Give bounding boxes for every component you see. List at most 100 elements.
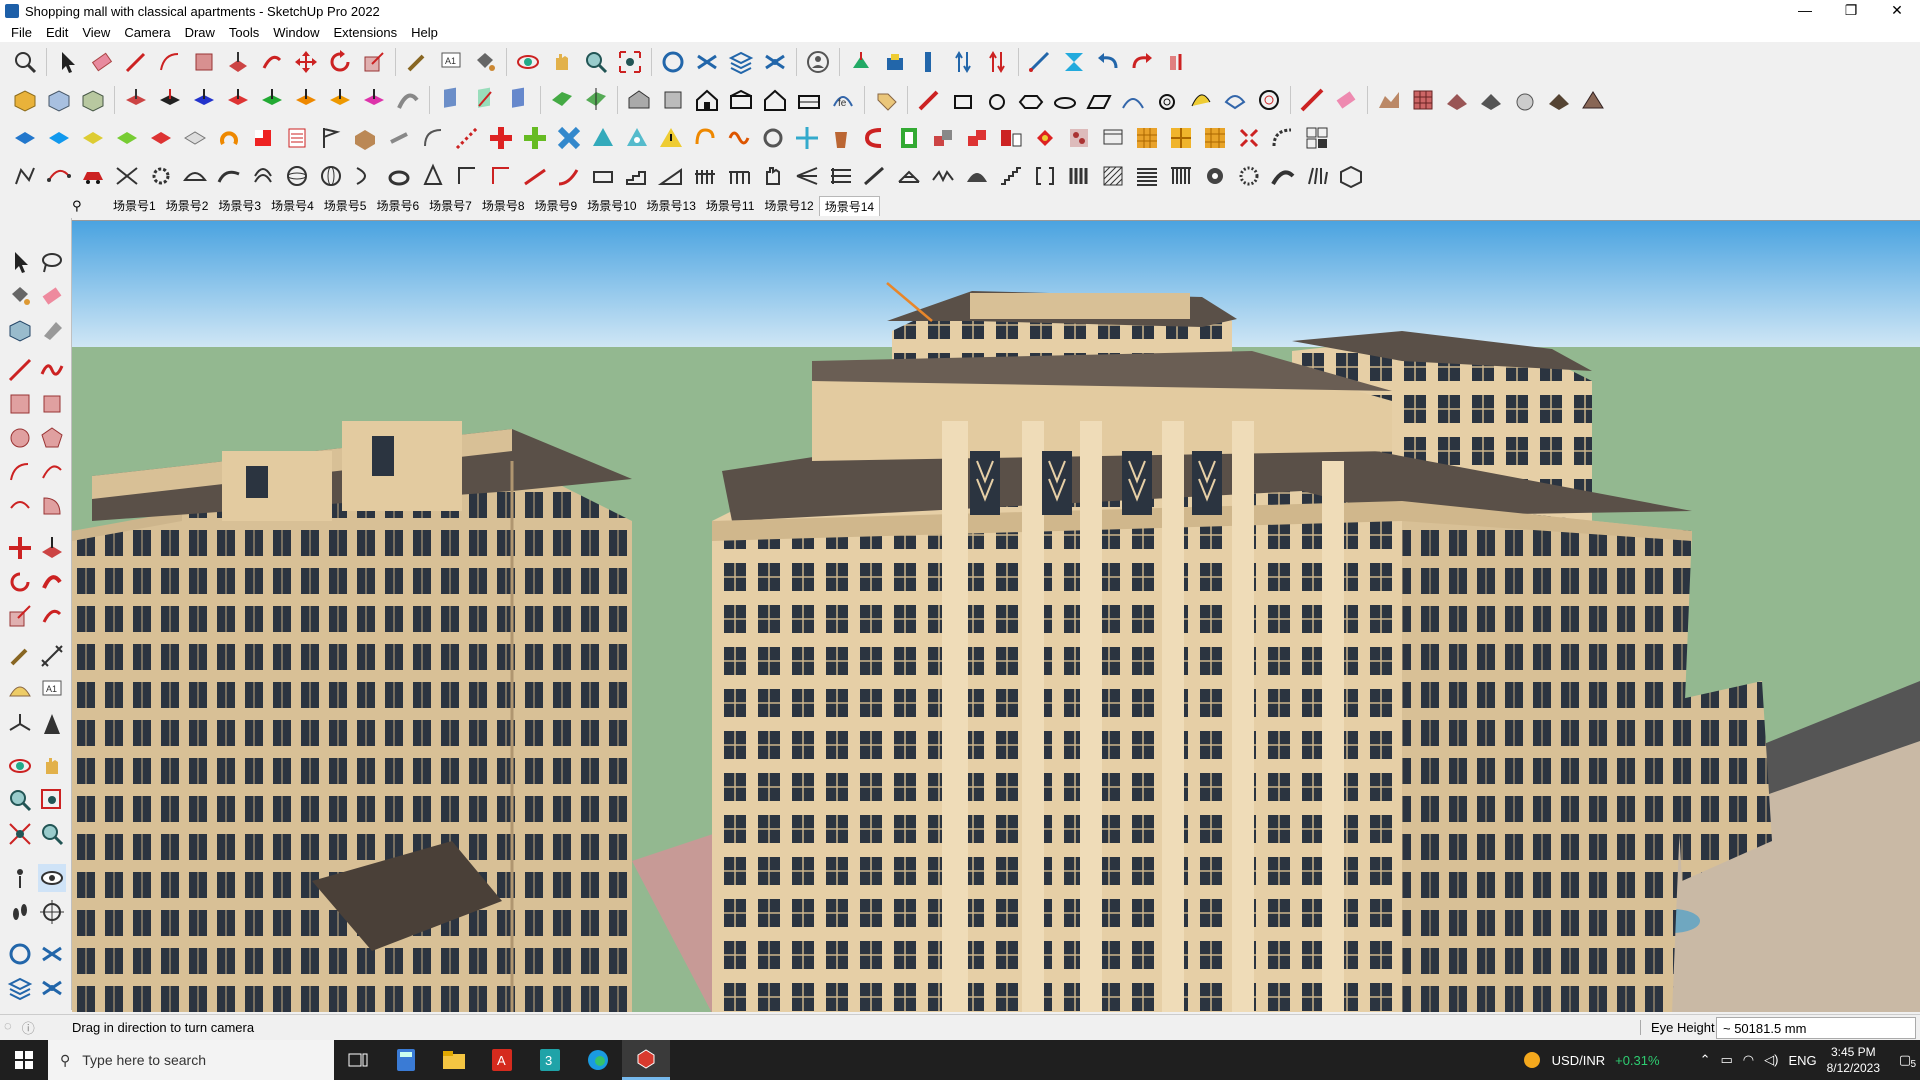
- freehand-icon[interactable]: [38, 356, 66, 384]
- shape-parallelogram-icon[interactable]: [1085, 86, 1113, 114]
- file-explorer-icon[interactable]: [430, 1040, 478, 1080]
- dimension-icon[interactable]: [38, 642, 66, 670]
- scale-icon[interactable]: [360, 48, 388, 76]
- start-button[interactable]: [0, 1040, 48, 1080]
- flip-edge-icon[interactable]: [1060, 48, 1088, 76]
- warehouse-icon[interactable]: [659, 48, 687, 76]
- sphere-icon[interactable]: [283, 162, 311, 190]
- blinds-icon[interactable]: [1133, 162, 1161, 190]
- three-point-arc-icon[interactable]: [6, 492, 34, 520]
- grid-select-icon[interactable]: [1303, 124, 1331, 152]
- shape-rect-icon[interactable]: [949, 86, 977, 114]
- scene-tab-11[interactable]: 场景号11: [701, 196, 759, 216]
- scene-tab-6[interactable]: 场景号6: [371, 196, 424, 216]
- eraser-pink-icon[interactable]: [1332, 86, 1360, 114]
- account-icon[interactable]: [804, 48, 832, 76]
- zoom-magnifier-icon[interactable]: [582, 48, 610, 76]
- walk-footprints-icon[interactable]: [6, 898, 34, 926]
- smoove-icon[interactable]: [915, 48, 943, 76]
- notification-icon[interactable]: ▢ 5: [1890, 1052, 1920, 1070]
- two-point-arc-icon[interactable]: [38, 458, 66, 486]
- clock[interactable]: 3:45 PM 8/12/2023: [1827, 1044, 1880, 1076]
- iso-view-icon[interactable]: [625, 86, 653, 114]
- position-camera-icon[interactable]: [6, 864, 34, 892]
- bezier-icon[interactable]: [45, 162, 73, 190]
- hatch-icon[interactable]: [1099, 162, 1127, 190]
- list-box-icon[interactable]: [283, 124, 311, 152]
- blue-plane-icon[interactable]: [11, 124, 39, 152]
- redo-icon[interactable]: [1128, 48, 1156, 76]
- protractor-icon[interactable]: [6, 676, 34, 704]
- scene-tab-8[interactable]: 场景号8: [477, 196, 530, 216]
- menu-help[interactable]: Help: [404, 25, 445, 40]
- tape-measure-icon[interactable]: [6, 642, 34, 670]
- right-view-icon[interactable]: [727, 86, 755, 114]
- undo-icon[interactable]: [1094, 48, 1122, 76]
- sandbox-scratch-icon[interactable]: [881, 48, 909, 76]
- zoom-icon[interactable]: [6, 786, 34, 814]
- 3d-text-icon[interactable]: [38, 710, 66, 738]
- calculator-icon[interactable]: [382, 1040, 430, 1080]
- push-pull-red-icon[interactable]: [224, 86, 252, 114]
- grid-orange-icon[interactable]: [1133, 124, 1161, 152]
- loft-icon[interactable]: [249, 162, 277, 190]
- gear-icon[interactable]: [147, 162, 175, 190]
- zoom-extents-icon[interactable]: [6, 820, 34, 848]
- wifi-icon[interactable]: ◠: [1743, 1052, 1754, 1068]
- u-arrow-icon[interactable]: [861, 124, 889, 152]
- text-icon[interactable]: A1: [38, 676, 66, 704]
- stair-icon[interactable]: [623, 162, 651, 190]
- edge-browser-icon[interactable]: [574, 1040, 622, 1080]
- top-view-icon[interactable]: [659, 86, 687, 114]
- look-around-eye-icon[interactable]: [38, 864, 66, 892]
- flower-icon[interactable]: [1235, 162, 1263, 190]
- scene-tab-7[interactable]: 场景号7: [424, 196, 477, 216]
- scene-tab-14-active[interactable]: 场景号14: [818, 196, 881, 216]
- spring-icon[interactable]: [691, 124, 719, 152]
- roof-icon[interactable]: [1579, 86, 1607, 114]
- stair-steps-icon[interactable]: [997, 162, 1025, 190]
- white-plane-icon[interactable]: [181, 124, 209, 152]
- green-cross-icon[interactable]: [521, 124, 549, 152]
- scale-icon[interactable]: [6, 602, 34, 630]
- globe-icon[interactable]: [317, 162, 345, 190]
- face-arrows-icon[interactable]: [582, 86, 610, 114]
- face-green-icon[interactable]: [548, 86, 576, 114]
- chain-icon[interactable]: [385, 124, 413, 152]
- front-view-icon[interactable]: [693, 86, 721, 114]
- circle-icon[interactable]: [6, 424, 34, 452]
- blocks-red-icon[interactable]: [963, 124, 991, 152]
- shape-blue-arc-icon[interactable]: [1221, 86, 1249, 114]
- slash-red-icon[interactable]: [521, 162, 549, 190]
- move-icon[interactable]: [292, 48, 320, 76]
- menu-extensions[interactable]: Extensions: [327, 25, 405, 40]
- gear-dark-icon[interactable]: [1201, 162, 1229, 190]
- scene-tab-4[interactable]: 场景号4: [266, 196, 319, 216]
- line-pencil-icon[interactable]: [122, 48, 150, 76]
- red-plane-icon[interactable]: [147, 124, 175, 152]
- measurements-input[interactable]: ~ 50181.5 mm: [1716, 1016, 1916, 1039]
- menu-view[interactable]: View: [75, 25, 117, 40]
- move-cyan-icon[interactable]: [793, 124, 821, 152]
- push-pull-yellow-icon[interactable]: [326, 86, 354, 114]
- acrobat-icon[interactable]: A: [478, 1040, 526, 1080]
- pyramid-icon[interactable]: [589, 124, 617, 152]
- select-arrow-icon[interactable]: [54, 48, 82, 76]
- drape-terrain-icon[interactable]: [1443, 86, 1471, 114]
- brackets-icon[interactable]: [1031, 162, 1059, 190]
- menu-edit[interactable]: Edit: [39, 25, 75, 40]
- minimize-button[interactable]: —: [1782, 0, 1828, 22]
- rotate-icon[interactable]: [326, 48, 354, 76]
- text-icon[interactable]: A1: [437, 48, 465, 76]
- yellow-plane-icon[interactable]: [79, 124, 107, 152]
- shape-ellipse-icon[interactable]: [1051, 86, 1079, 114]
- menu-tools[interactable]: Tools: [222, 25, 266, 40]
- show-hidden-icons-icon[interactable]: ⌃: [1700, 1052, 1711, 1068]
- back-view-icon[interactable]: [761, 86, 789, 114]
- restore-button[interactable]: ❐: [1828, 0, 1874, 22]
- tape-measure-icon[interactable]: [403, 48, 431, 76]
- arc-icon[interactable]: [6, 458, 34, 486]
- scene-tab-5[interactable]: 场景号5: [319, 196, 372, 216]
- scene-search-icon[interactable]: ⚲: [72, 198, 94, 214]
- shape-spiral-icon[interactable]: [1255, 86, 1283, 114]
